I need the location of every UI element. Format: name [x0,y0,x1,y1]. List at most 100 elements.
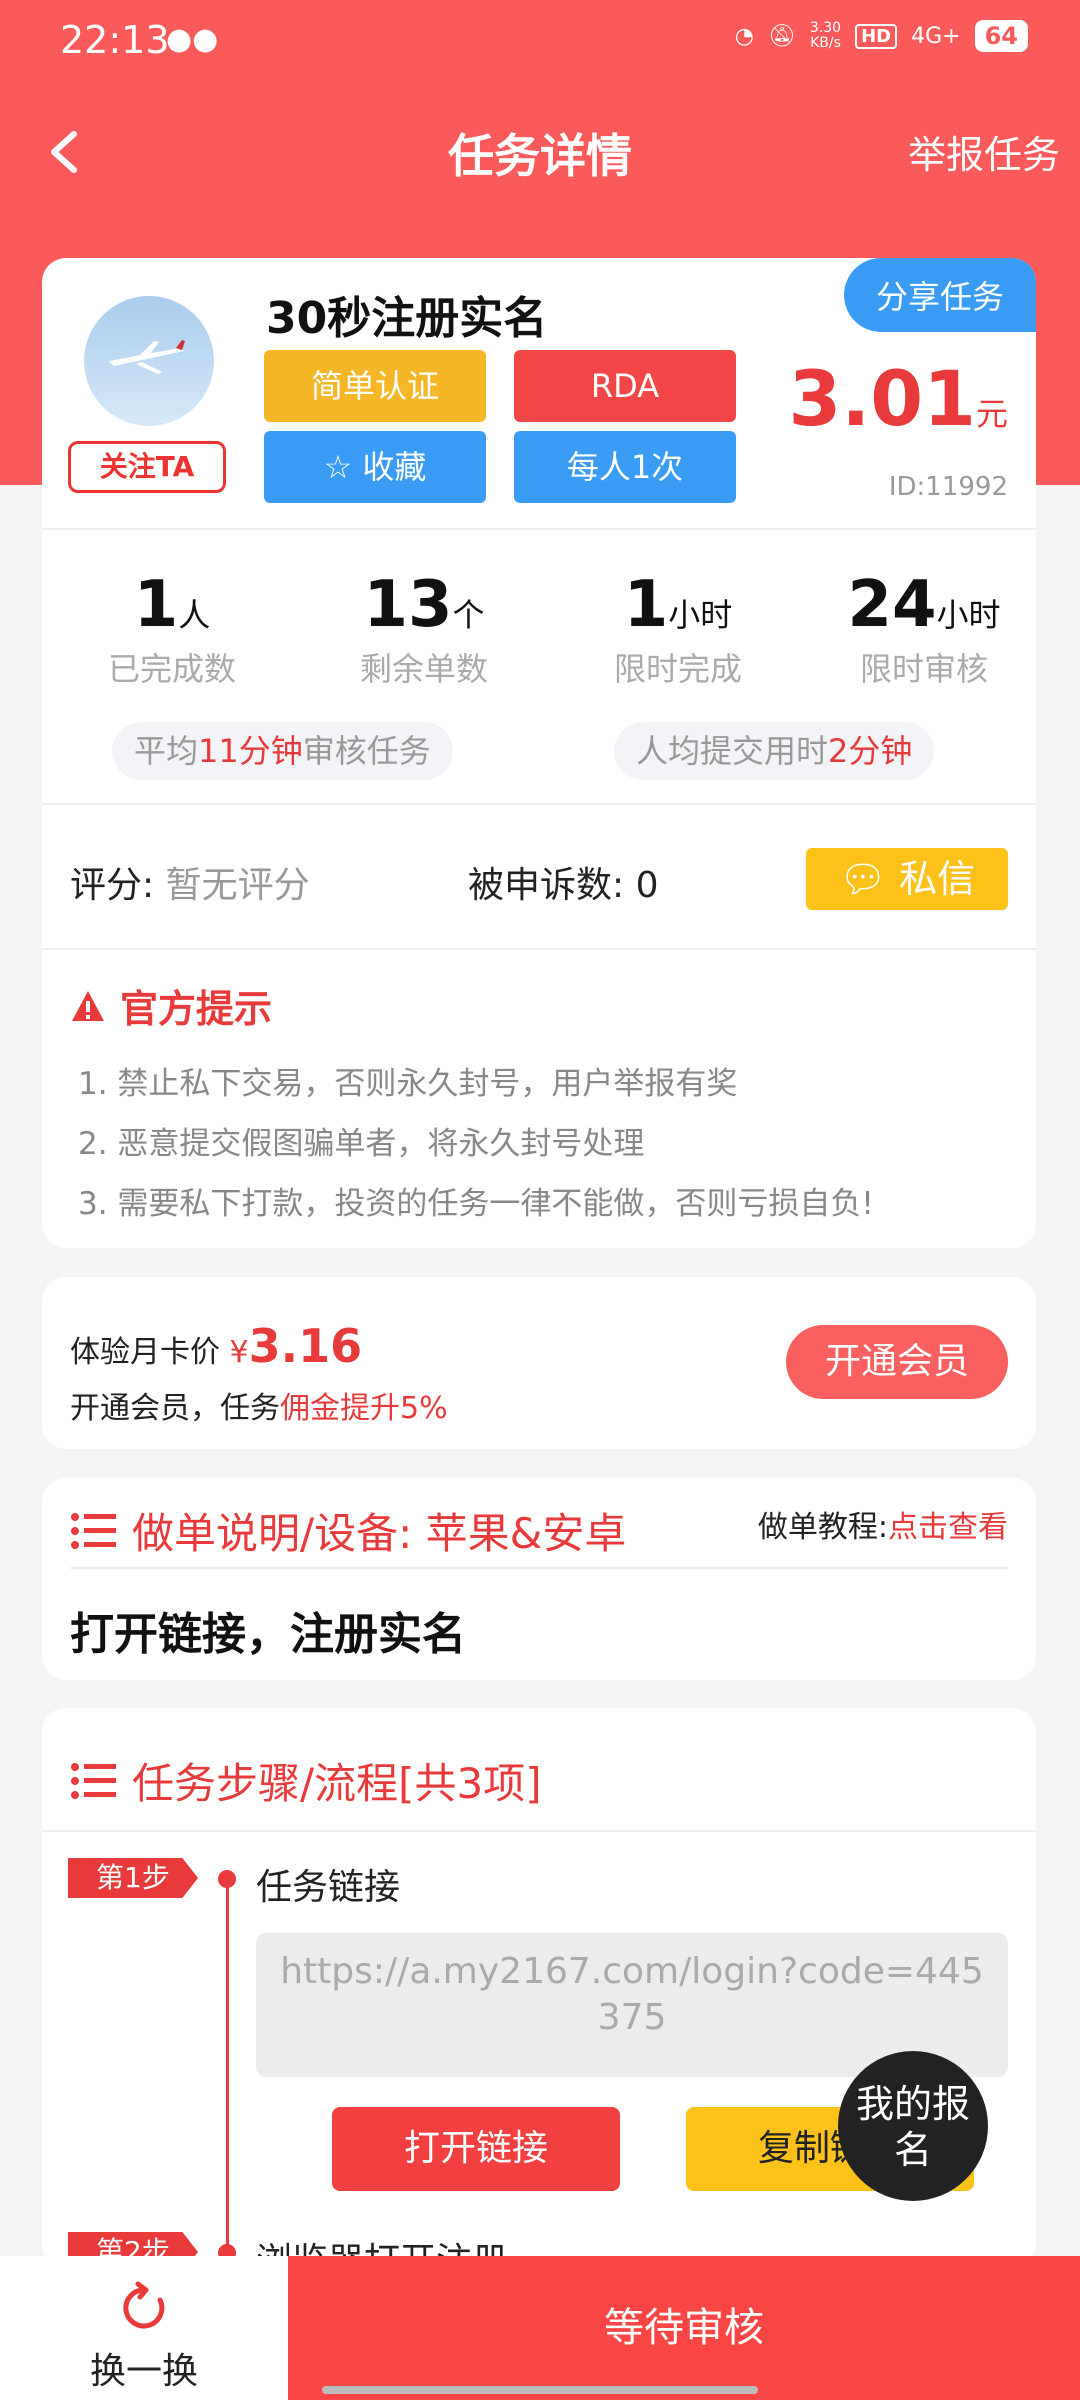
timeline-line [226,1878,229,2268]
hd-icon: HD [855,23,898,49]
stat-number: 1 [133,568,179,642]
status-time: 22:13 [60,18,170,62]
pill-text: 平均 [134,732,199,770]
divider [70,1567,1008,1569]
stat-label: 限时完成 [613,650,742,688]
vip-desc-text: 开通会员，任务 [70,1391,280,1426]
stat-review-limit: 24小时限时审核 [804,568,1036,690]
rating-label: 评分: [70,865,155,906]
list-icon [71,1762,116,1799]
stat-unit: 个 [452,596,485,634]
divider [42,948,1036,950]
home-indicator [322,2386,758,2394]
tip-item: 1. 禁止私下交易，否则永久封号，用户举报有奖 [78,1066,738,1102]
task-price: 3.01元 [788,354,1008,443]
stat-remaining: 13个剩余单数 [304,568,544,690]
stat-label: 已完成数 [107,650,236,688]
stat-time-limit: 1小时限时完成 [558,568,798,690]
instructions-card: 做单说明/设备: 苹果&安卓 做单教程:点击查看 打开链接，注册实名 [42,1478,1036,1680]
signal-icon: 4G+ [911,23,961,49]
tips-title-text: 官方提示 [120,987,273,1031]
timeline-dot [218,1870,236,1888]
swap-button[interactable]: 换一换 [0,2256,288,2400]
vip-price: 体验月卡价 ¥3.16 [70,1319,362,1373]
price-unit: 元 [975,395,1008,433]
speedometer-icon: ◔ [734,23,754,49]
divider [42,1830,1036,1832]
private-message-button[interactable]: 💬︎ 私信 [806,848,1008,910]
report-task-button[interactable]: 举报任务 [908,124,1060,179]
avg-submit-pill: 人均提交用时2分钟 [614,722,935,780]
bottom-bar: 换一换 等待审核 [0,2256,1080,2400]
status-bar: 22:13 ●● ◔ 🔕︎ 3.30 KB/s HD 4G+ 64 [0,0,1080,84]
complaint-count: 被申诉数: 0 [468,865,659,906]
instructions-text: 打开链接，注册实名 [70,1609,466,1660]
tutorial-label: 做单教程: [757,1510,888,1545]
stat-completed: 1人已完成数 [52,568,292,690]
mute-icon: 🔕︎ [767,23,796,49]
stat-number: 1 [623,568,669,642]
task-name: 30秒注册实名 [266,293,548,344]
stat-number: 13 [363,568,453,642]
stat-label: 限时审核 [859,650,988,688]
steps-title-text: 任务步骤/流程[共3项] [132,1759,542,1808]
net-speed: 3.30 KB/s [810,21,841,51]
tip-item: 2. 恶意提交假图骗单者，将永久封号处理 [78,1126,645,1162]
task-id: ID:11992 [888,472,1008,502]
chat-icon: 💬︎ [838,857,888,901]
task-card: 分享任务 关注TA 30秒注册实名 简单认证 RDA ☆ 收藏 每人1次 3.0… [42,258,1036,1248]
rating: 评分: 暂无评分 [70,856,310,908]
steps-title: 任务步骤/流程[共3项] [70,1750,542,1811]
pill-text: 审核任务 [302,732,431,770]
list-icon [71,1512,116,1549]
open-link-button[interactable]: 打开链接 [332,2107,620,2191]
avg-review-pill: 平均11分钟审核任务 [112,722,453,780]
battery-icon: 64 [974,20,1028,52]
share-task-button[interactable]: 分享任务 [843,258,1036,332]
vip-desc-highlight: 佣金提升5% [280,1391,448,1426]
vip-price-value: 3.16 [248,1319,363,1373]
net-speed-unit: KB/s [810,35,841,51]
price-value: 3.01 [788,354,976,443]
stat-unit: 小时 [668,596,733,634]
stat-number: 24 [847,568,937,642]
message-label: 私信 [899,857,976,901]
tag-rda: RDA [514,350,736,422]
nav-bar: 任务详情 举报任务 [0,100,1080,200]
instructions-title: 做单说明/设备: 苹果&安卓 [70,1500,626,1561]
currency-symbol: ¥ [229,1335,249,1370]
my-signups-button[interactable]: 我的报名 [838,2051,988,2201]
vip-price-label: 体验月卡价 [70,1335,220,1370]
wechat-icon: ●● [166,22,219,57]
net-speed-value: 3.30 [809,20,842,36]
divider [42,528,1036,530]
favorite-button[interactable]: ☆ 收藏 [264,431,486,503]
tag-simple-verify: 简单认证 [264,350,486,422]
pill-highlight: 11分钟 [198,732,303,770]
tip-item: 3. 需要私下打款，投资的任务一律不能做，否则亏损自负! [78,1186,874,1222]
refresh-icon [123,2281,165,2329]
avatar[interactable] [84,296,214,426]
follow-button[interactable]: 关注TA [68,441,226,493]
instructions-title-text: 做单说明/设备: 苹果&安卓 [132,1509,627,1558]
official-tips-title: 官方提示 [70,978,272,1033]
stat-unit: 小时 [936,596,1001,634]
stat-label: 剩余单数 [359,650,488,688]
pill-highlight: 2分钟 [828,732,913,770]
pill-text: 人均提交用时 [636,732,829,770]
warning-icon [72,990,104,1021]
tag-once-per-user: 每人1次 [514,431,736,503]
stat-unit: 人 [178,596,211,634]
open-vip-button[interactable]: 开通会员 [786,1325,1008,1399]
rating-value: 暂无评分 [165,865,310,906]
vip-description: 开通会员，任务佣金提升5% [70,1383,448,1427]
status-icons: ◔ 🔕︎ 3.30 KB/s HD 4G+ 64 [735,20,1028,52]
step-badge: 第1步 [68,1858,198,1898]
tutorial: 做单教程:点击查看 [758,1502,1008,1546]
divider [42,803,1036,805]
tutorial-link[interactable]: 点击查看 [888,1510,1008,1545]
step-label: 任务链接 [256,1867,401,1908]
status-button[interactable]: 等待审核 [288,2256,1080,2400]
vip-card: 体验月卡价 ¥3.16 开通会员，任务佣金提升5% 开通会员 [42,1277,1036,1449]
swap-label: 换一换 [89,2351,198,2392]
